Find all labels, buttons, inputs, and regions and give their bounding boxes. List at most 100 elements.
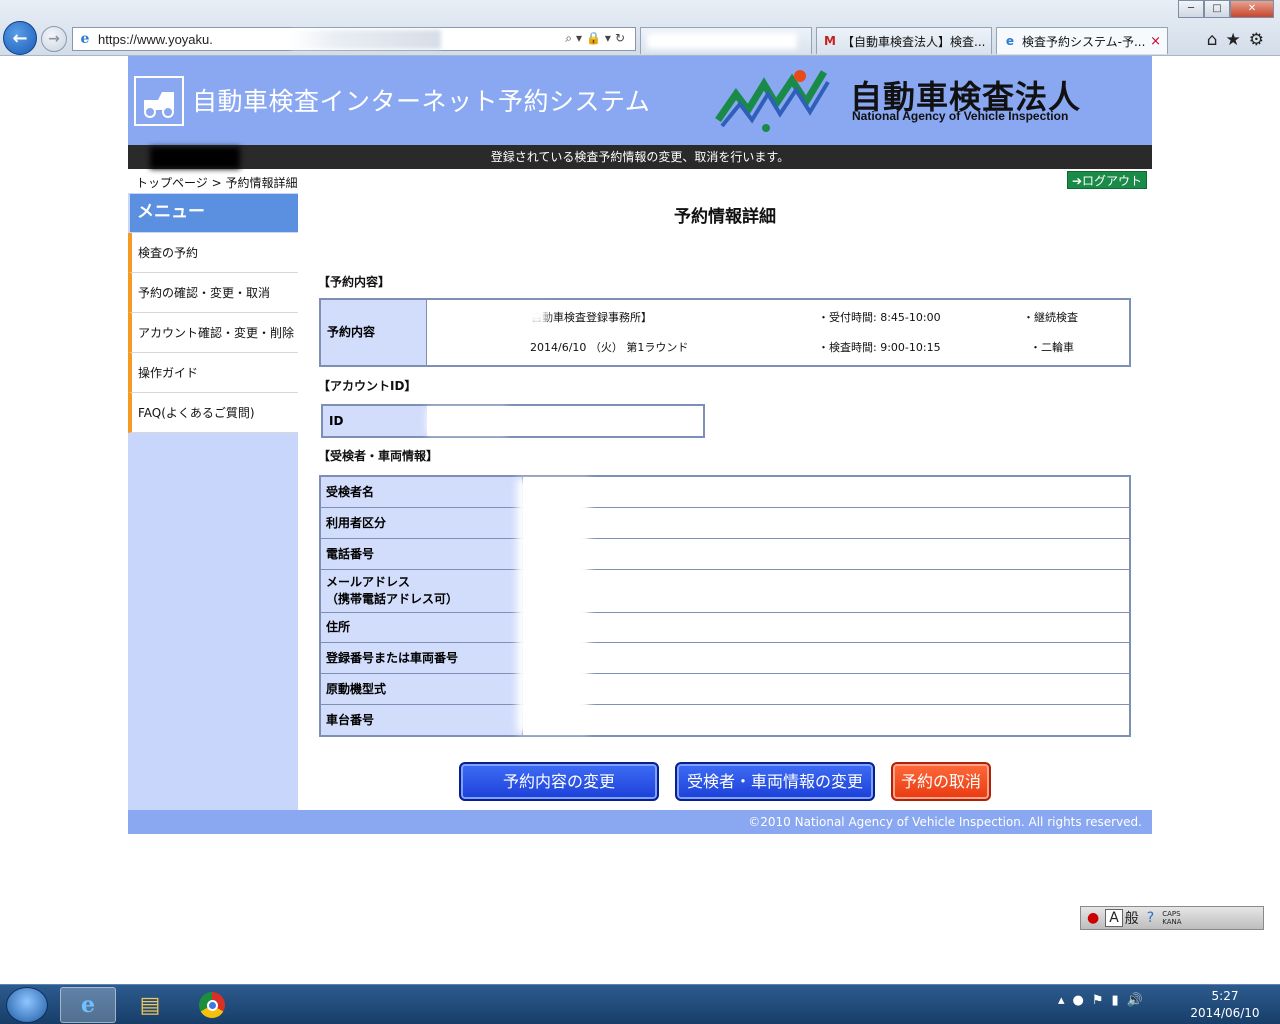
vehicle-type: ・二輪車 [1030, 341, 1074, 354]
back-button[interactable]: ← [3, 21, 37, 55]
browser-chrome: ← → e https://www.yoyaku. ⌕▾🔒▾↻ M 【自動車検査… [0, 0, 1280, 56]
row-label: 住所 [321, 613, 523, 642]
table-row: 利用者区分 [321, 508, 1129, 539]
reservation-section-label: 【予約内容】 [318, 275, 391, 289]
account-section-label: 【アカウントID】 [318, 379, 417, 393]
change-reservation-button[interactable]: 予約内容の変更 [459, 762, 659, 801]
minimize-button[interactable]: ─ [1178, 0, 1204, 18]
close-button[interactable]: ✕ [1230, 0, 1274, 18]
chrome-icon[interactable] [184, 987, 240, 1023]
clock-time: 5:27 [1211, 989, 1239, 1003]
table-row: 受検者名 [321, 477, 1129, 508]
maximize-button[interactable]: □ [1204, 0, 1230, 18]
info-message: 登録されている検査予約情報の変更、取消を行います。 [490, 150, 790, 164]
sidebar-item-confirm-change-cancel[interactable]: 予約の確認・変更・取消 [128, 273, 298, 313]
table-row: 車台番号 [321, 705, 1129, 735]
sidebar-item-account[interactable]: アカウント確認・変更・削除 [128, 313, 298, 353]
arrow-left-icon: ← [12, 27, 28, 49]
table-row: 電話番号 [321, 539, 1129, 570]
reservation-office: 自動車検査登録事務所】 [531, 311, 652, 324]
page-title: 予約情報詳細 [674, 207, 776, 227]
sidebar-item-guide[interactable]: 操作ガイド [128, 353, 298, 393]
tab-active[interactable]: e 検査予約システム-予... × [996, 27, 1168, 54]
car-logo-icon [134, 76, 184, 126]
window-controls: ─ □ ✕ [1178, 0, 1274, 18]
reservation-head: 予約内容 [321, 300, 427, 365]
arrow-right-icon: → [48, 31, 60, 47]
caps-kana-indicator: CAPS KANA [1162, 910, 1181, 926]
table-row: メールアドレス （携帯電話アドレス可） [321, 570, 1129, 613]
row-label: 受検者名 [321, 477, 523, 507]
home-icon[interactable]: ⌂ [1207, 30, 1226, 50]
sidebar-item-faq[interactable]: FAQ(よくあるご質問) [128, 393, 298, 433]
ime-status-icon[interactable]: ● [1087, 910, 1099, 926]
address-bar-icons[interactable]: ⌕▾🔒▾↻ [565, 31, 629, 46]
logout-button[interactable]: ➔ログアウト [1067, 171, 1147, 189]
change-examinee-info-button[interactable]: 受検者・車両情報の変更 [675, 762, 875, 801]
table-row: 原動機型式 [321, 674, 1129, 705]
ime-mode-a[interactable]: A [1105, 909, 1123, 927]
address-bar[interactable]: e https://www.yoyaku. ⌕▾🔒▾↻ [72, 27, 636, 51]
row-label: 原動機型式 [321, 674, 523, 704]
gear-icon[interactable]: ⚙ [1249, 30, 1272, 50]
browser-toolbar: ⌂★⚙ [1207, 30, 1272, 50]
inspection-type: ・継続検査 [1023, 311, 1078, 324]
site-footer: ©2010 National Agency of Vehicle Inspect… [128, 810, 1152, 834]
redaction-mask [521, 306, 547, 324]
kana-label: KANA [1162, 918, 1182, 926]
row-label: 車台番号 [321, 705, 523, 735]
clock[interactable]: 5:27 2014/06/10 [1180, 988, 1270, 1022]
row-label: 登録番号または車両番号 [321, 643, 523, 673]
menu-header: メニュー [130, 194, 298, 232]
gmail-icon: M [824, 34, 836, 48]
start-button[interactable] [6, 987, 48, 1023]
redaction-mask [150, 147, 240, 169]
site-title: 自動車検査インターネット予約システム [192, 87, 651, 116]
help-icon[interactable]: ? [1147, 910, 1154, 926]
row-label: メールアドレス （携帯電話アドレス可） [321, 570, 523, 612]
redaction-mask [647, 33, 797, 49]
folder-icon[interactable]: ▤ [122, 987, 178, 1023]
row-label: 利用者区分 [321, 508, 523, 538]
breadcrumb[interactable]: トップページ > 予約情報詳細 [136, 174, 297, 191]
examinee-vehicle-table: 受検者名 利用者区分 電話番号 メールアドレス （携帯電話アドレス可） 住所 登… [319, 475, 1131, 737]
close-icon[interactable]: × [1150, 34, 1161, 49]
redaction-mask [291, 30, 441, 49]
ime-language-bar[interactable]: ● A 般 ? CAPS KANA [1080, 906, 1264, 930]
reservation-date-round: 2014/6/10 （火） 第1ラウンド [530, 341, 689, 354]
redaction-mask [517, 479, 589, 733]
agency-name-en: National Agency of Vehicle Inspection [852, 109, 1069, 123]
ime-mode-kanji[interactable]: 般 [1125, 908, 1139, 928]
row-label: 電話番号 [321, 539, 523, 569]
info-bar: 登録されている検査予約情報の変更、取消を行います。 [128, 145, 1152, 169]
cancel-reservation-button[interactable]: 予約の取消 [891, 762, 991, 801]
taskbar: e ▤ ▴●⚑▮🔊 5:27 2014/06/10 [0, 984, 1280, 1024]
sidebar-item-reserve[interactable]: 検査の予約 [128, 233, 298, 273]
agency-logo-icon [714, 64, 834, 140]
forward-button[interactable]: → [41, 26, 67, 52]
tab-label: 検査予約システム-予... [1022, 34, 1146, 49]
table-row: 登録番号または車両番号 [321, 643, 1129, 674]
account-id-head: ID [323, 406, 427, 436]
sidebar: メニュー 検査の予約 予約の確認・変更・取消 アカウント確認・変更・削除 操作ガ… [128, 193, 298, 810]
star-icon[interactable]: ★ [1226, 30, 1249, 50]
tab-redacted[interactable] [640, 27, 812, 54]
caps-label: CAPS [1162, 910, 1181, 918]
redaction-mask [427, 408, 507, 434]
reception-time: ・受付時間: 8:45-10:00 [818, 311, 941, 324]
web-page: 自動車検査インターネット予約システム 自動車検査法人 National Agen… [128, 56, 1152, 834]
ie-icon[interactable]: e [60, 987, 116, 1023]
account-table: ID [321, 404, 705, 438]
site-header: 自動車検査インターネット予約システム 自動車検査法人 National Agen… [128, 56, 1152, 145]
reservation-table: 予約内容 自動車検査登録事務所】 ・受付時間: 8:45-10:00 ・継続検査… [319, 298, 1131, 367]
ie-page-icon: e [1005, 34, 1015, 48]
info-section-label: 【受検者・車両情報】 [318, 449, 439, 463]
system-tray[interactable]: ▴●⚑▮🔊 [1058, 993, 1151, 1008]
clock-date: 2014/06/10 [1190, 1006, 1260, 1020]
tab-gmail[interactable]: M 【自動車検査法人】検査... [816, 27, 992, 54]
inspection-time: ・検査時間: 9:00-10:15 [818, 341, 941, 354]
tab-label: 【自動車検査法人】検査... [842, 34, 986, 49]
table-row: 住所 [321, 613, 1129, 643]
ie-page-icon: e [80, 31, 90, 47]
url-text: https://www.yoyaku. [98, 31, 213, 47]
